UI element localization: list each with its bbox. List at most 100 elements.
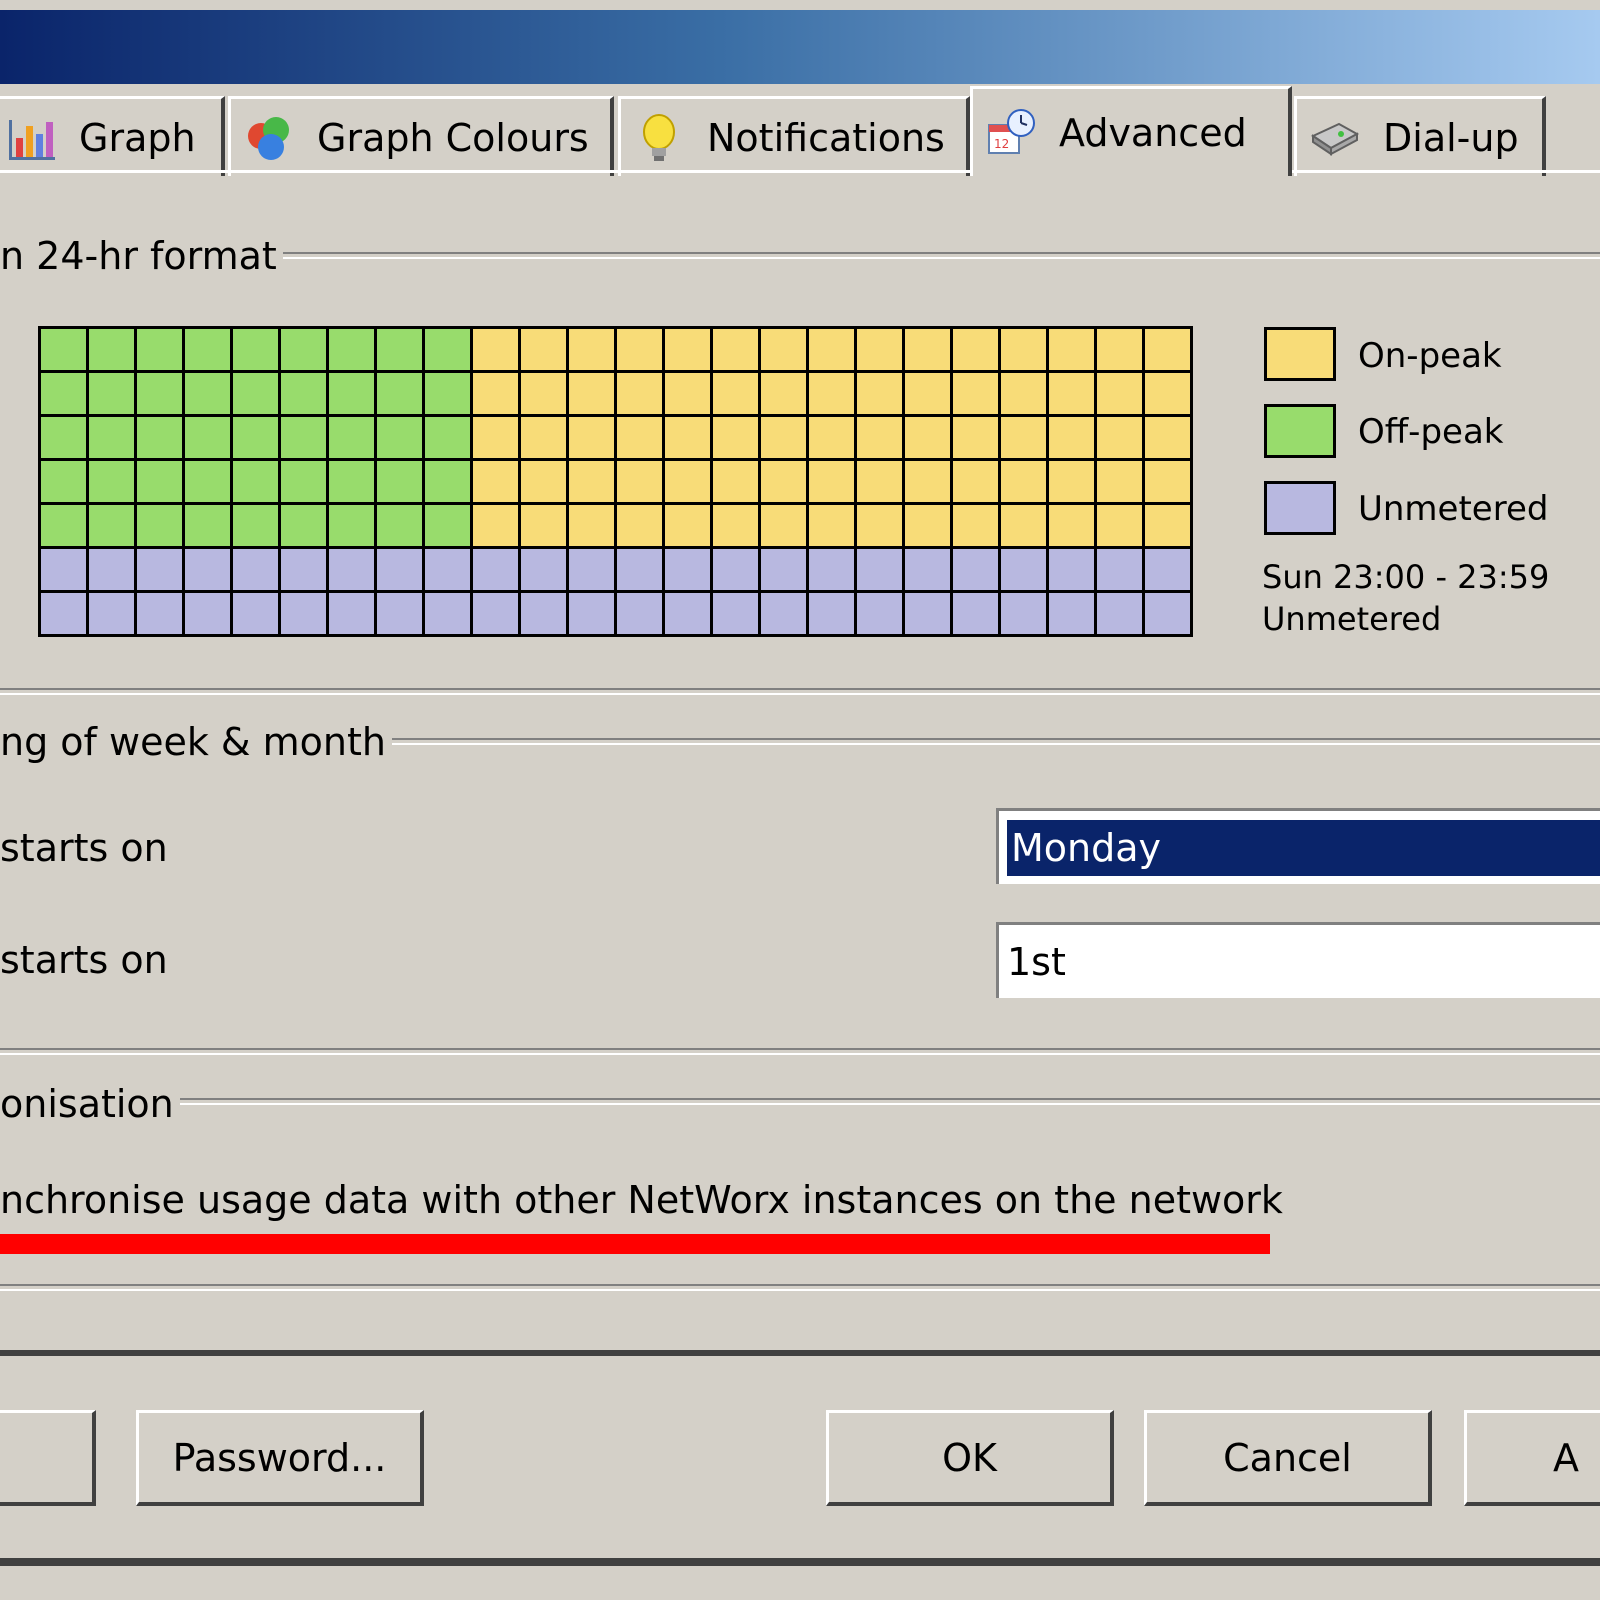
apply-button[interactable]: A (1464, 1410, 1600, 1506)
schedule-cell[interactable] (137, 461, 185, 505)
schedule-cell[interactable] (809, 593, 857, 637)
password-button[interactable]: Password... (136, 1410, 424, 1506)
schedule-cell[interactable] (1001, 329, 1049, 373)
schedule-cell[interactable] (89, 373, 137, 417)
schedule-cell[interactable] (1049, 593, 1097, 637)
schedule-cell[interactable] (377, 373, 425, 417)
schedule-cell[interactable] (569, 593, 617, 637)
schedule-cell[interactable] (1001, 461, 1049, 505)
schedule-cell[interactable] (617, 593, 665, 637)
schedule-cell[interactable] (665, 373, 713, 417)
schedule-cell[interactable] (473, 505, 521, 549)
schedule-cell[interactable] (617, 505, 665, 549)
schedule-cell[interactable] (617, 329, 665, 373)
schedule-cell[interactable] (233, 373, 281, 417)
schedule-cell[interactable] (329, 461, 377, 505)
window-titlebar[interactable] (0, 0, 1600, 84)
schedule-cell[interactable] (41, 549, 89, 593)
schedule-cell[interactable] (89, 549, 137, 593)
schedule-cell[interactable] (377, 461, 425, 505)
schedule-cell[interactable] (1001, 373, 1049, 417)
schedule-cell[interactable] (377, 329, 425, 373)
schedule-cell[interactable] (569, 329, 617, 373)
schedule-cell[interactable] (1097, 417, 1145, 461)
schedule-cell[interactable] (281, 505, 329, 549)
schedule-cell[interactable] (281, 593, 329, 637)
schedule-cell[interactable] (905, 549, 953, 593)
schedule-cell[interactable] (953, 593, 1001, 637)
schedule-cell[interactable] (761, 505, 809, 549)
schedule-cell[interactable] (281, 461, 329, 505)
schedule-cell[interactable] (137, 505, 185, 549)
schedule-cell[interactable] (281, 329, 329, 373)
schedule-cell[interactable] (185, 505, 233, 549)
schedule-cell[interactable] (905, 417, 953, 461)
schedule-cell[interactable] (905, 329, 953, 373)
schedule-cell[interactable] (185, 373, 233, 417)
schedule-cell[interactable] (137, 593, 185, 637)
schedule-cell[interactable] (1145, 417, 1193, 461)
schedule-cell[interactable] (857, 417, 905, 461)
schedule-cell[interactable] (185, 461, 233, 505)
schedule-cell[interactable] (857, 505, 905, 549)
schedule-cell[interactable] (809, 549, 857, 593)
schedule-cell[interactable] (425, 417, 473, 461)
tab-dial-up[interactable]: Dial-up (1294, 96, 1546, 176)
schedule-cell[interactable] (1097, 373, 1145, 417)
schedule-cell[interactable] (377, 417, 425, 461)
schedule-cell[interactable] (233, 549, 281, 593)
schedule-cell[interactable] (1049, 417, 1097, 461)
schedule-cell[interactable] (473, 329, 521, 373)
schedule-cell[interactable] (41, 461, 89, 505)
schedule-cell[interactable] (1097, 461, 1145, 505)
schedule-cell[interactable] (953, 329, 1001, 373)
schedule-cell[interactable] (905, 593, 953, 637)
schedule-cell[interactable] (89, 593, 137, 637)
schedule-cell[interactable] (41, 373, 89, 417)
schedule-cell[interactable] (137, 329, 185, 373)
schedule-cell[interactable] (857, 461, 905, 505)
schedule-cell[interactable] (281, 417, 329, 461)
schedule-cell[interactable] (857, 373, 905, 417)
schedule-cell[interactable] (713, 373, 761, 417)
schedule-cell[interactable] (713, 461, 761, 505)
schedule-cell[interactable] (905, 505, 953, 549)
schedule-cell[interactable] (569, 373, 617, 417)
schedule-cell[interactable] (137, 417, 185, 461)
schedule-cell[interactable] (137, 373, 185, 417)
schedule-cell[interactable] (521, 593, 569, 637)
schedule-cell[interactable] (41, 329, 89, 373)
schedule-cell[interactable] (233, 461, 281, 505)
schedule-cell[interactable] (89, 417, 137, 461)
schedule-cell[interactable] (1001, 593, 1049, 637)
schedule-cell[interactable] (329, 373, 377, 417)
schedule-cell[interactable] (905, 373, 953, 417)
schedule-cell[interactable] (377, 593, 425, 637)
schedule-cell[interactable] (473, 593, 521, 637)
schedule-cell[interactable] (329, 549, 377, 593)
schedule-cell[interactable] (953, 505, 1001, 549)
schedule-cell[interactable] (1049, 329, 1097, 373)
legend-swatch-on-peak[interactable] (1264, 327, 1336, 381)
tab-advanced[interactable]: 12 Advanced (970, 86, 1292, 176)
schedule-cell[interactable] (953, 461, 1001, 505)
schedule-cell[interactable] (905, 461, 953, 505)
schedule-cell[interactable] (233, 505, 281, 549)
schedule-cell[interactable] (521, 549, 569, 593)
schedule-cell[interactable] (809, 329, 857, 373)
schedule-cell[interactable] (713, 593, 761, 637)
schedule-cell[interactable] (1145, 373, 1193, 417)
schedule-cell[interactable] (857, 549, 905, 593)
schedule-cell[interactable] (137, 549, 185, 593)
schedule-cell[interactable] (953, 549, 1001, 593)
schedule-cell[interactable] (1097, 549, 1145, 593)
schedule-cell[interactable] (521, 329, 569, 373)
schedule-cell[interactable] (185, 329, 233, 373)
schedule-cell[interactable] (425, 329, 473, 373)
schedule-cell[interactable] (329, 505, 377, 549)
week-start-dropdown[interactable]: Monday (996, 808, 1600, 884)
schedule-cell[interactable] (617, 373, 665, 417)
schedule-cell[interactable] (761, 593, 809, 637)
schedule-cell[interactable] (41, 417, 89, 461)
schedule-cell[interactable] (713, 329, 761, 373)
